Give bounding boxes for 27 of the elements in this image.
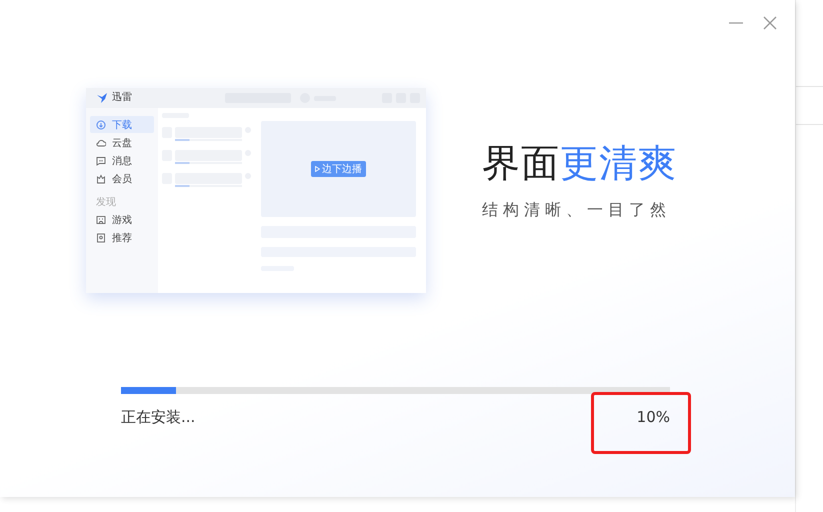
section-label: 发现 [96,196,117,209]
play-icon [315,166,320,172]
bird-logo-icon [97,93,108,103]
close-icon [763,16,777,30]
placeholder-bar [175,173,242,184]
message-icon [96,156,106,166]
nav-item[interactable]: 游戏 [90,211,154,228]
download-icon [96,120,106,130]
nav-item[interactable]: 消息 [90,152,154,169]
game-icon [96,214,106,224]
status-text: 正在安装... [121,408,196,427]
subtitle: 结构清晰、一目了然 [482,200,672,221]
close-button[interactable] [762,16,778,30]
headline-accent: 更清爽 [560,140,677,186]
nav-item[interactable]: 会员 [90,170,154,187]
app-name: 迅雷 [112,93,132,103]
nav-item[interactable]: 推荐 [90,229,154,246]
recommend-icon [96,232,106,242]
nav-item[interactable]: 云盘 [90,134,154,151]
cloud-icon [96,138,106,148]
headline: 界面 [482,140,560,186]
placeholder-bar [175,150,242,161]
placeholder-bar [175,127,242,138]
minimize-icon [729,22,743,24]
member-icon [96,174,106,184]
percent-text: 10% [636,408,670,427]
nav-item[interactable]: 下载 [90,116,154,133]
